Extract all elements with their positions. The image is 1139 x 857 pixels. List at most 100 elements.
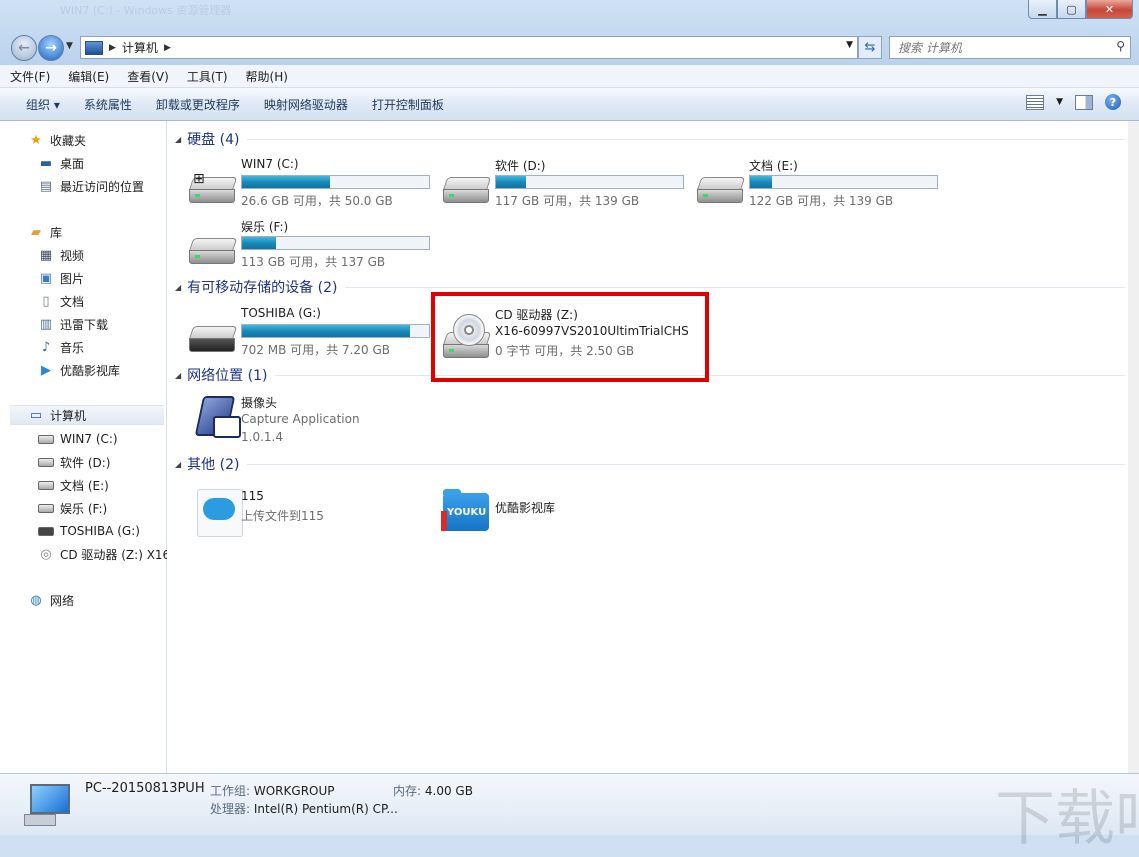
other-item-youku[interactable]: YOUKU 优酷影视库 [431,489,681,551]
search-input[interactable] [896,39,1105,56]
sidebar-favorites[interactable]: ★ 收藏夹 [28,130,86,150]
item-name: 115 [241,489,264,503]
back-button[interactable]: ← [11,35,37,61]
other-item-115[interactable]: 115 上传文件到115 [177,489,427,549]
sidebar-item-desktop[interactable]: ▬ 桌面 [38,153,84,173]
maximize-button[interactable]: ▢ [1057,0,1086,19]
sidebar-libraries[interactable]: ▰ 库 [28,222,62,242]
youku-folder-icon: YOUKU [441,489,489,531]
search-icon[interactable]: ⚲ [1116,39,1125,53]
view-options-dropdown[interactable]: ▼ [1056,97,1063,107]
address-history-dropdown[interactable]: ▼ [846,40,853,50]
sidebar-item-label: CD 驱动器 (Z:) X16 [60,547,171,562]
change-view-icon[interactable] [1026,94,1045,110]
drive-tile-f[interactable]: 娱乐 (F:) 113 GB 可用，共 137 GB [177,218,430,278]
refresh-icon: ⇆ [864,40,876,55]
sidebar-item-drive-z[interactable]: ◎ CD 驱动器 (Z:) X16 [38,544,170,564]
menu-tools[interactable]: 工具(T) [177,65,236,87]
forward-button[interactable]: → [38,35,64,61]
drive-name: 娱乐 (F:) [241,220,289,234]
group-divider [247,138,1125,140]
network-location-camera[interactable]: 摄像头 Capture Application 1.0.1.4 [177,394,427,454]
sidebar-computer-label: 计算机 [50,408,87,423]
group-divider [247,463,1125,465]
organize-button[interactable]: 组织 ▾ [0,96,72,113]
sidebar-item-label: 桌面 [60,156,85,171]
system-properties-button[interactable]: 系统属性 [72,96,144,113]
youku-library-icon: ▶ [41,362,51,378]
uninstall-program-button[interactable]: 卸载或更改程序 [144,96,252,113]
breadcrumb-separator-icon[interactable]: ▶ [109,43,116,53]
hard-drive-icon [442,177,492,203]
sidebar-computer[interactable]: ▭ 计算机 [10,405,164,425]
sidebar-item-thunder-downloads[interactable]: ▥ 迅雷下载 [38,314,108,334]
group-header-other[interactable]: ◢ 其他 (2) [175,454,1125,474]
sidebar-item-drive-g[interactable]: TOSHIBA (G:) [38,521,140,541]
menu-help[interactable]: 帮助(H) [236,65,296,87]
search-box[interactable]: ⚲ [889,36,1131,59]
computer-icon [24,784,70,826]
drive-tile-e[interactable]: 文档 (E:) 122 GB 可用，共 139 GB [685,157,938,217]
collapse-icon[interactable]: ◢ [175,371,181,380]
library-icon: ▰ [31,224,41,240]
sidebar-item-drive-e[interactable]: 文档 (E:) [38,475,109,495]
title-bar[interactable]: WIN7 (C:) - Windows 资源管理器 ▁ ▢ ✕ [0,0,1139,28]
item-description: 上传文件到115 [241,509,324,523]
drive-name: 文档 (E:) [749,159,798,173]
group-title: 网络位置 (1) [187,368,268,384]
sidebar-item-videos[interactable]: ▦ 视频 [38,245,84,265]
download-icon: ▥ [39,316,53,332]
sidebar-network-label: 网络 [50,593,75,608]
sidebar-item-pictures[interactable]: ▣ 图片 [38,268,84,288]
sidebar-item-music[interactable]: ♪ 音乐 [38,337,84,357]
recent-pages-dropdown[interactable]: ▼ [66,41,73,51]
close-button[interactable]: ✕ [1086,0,1133,19]
workgroup-field: 工作组: WORKGROUP [210,784,335,798]
sidebar-item-label: 音乐 [60,340,85,355]
sidebar-item-documents[interactable]: ▯ 文档 [38,291,84,311]
usb-drive-icon [188,326,238,352]
open-control-panel-button[interactable]: 打开控制面板 [360,96,456,113]
usage-bar [241,324,430,338]
map-network-drive-button[interactable]: 映射网络驱动器 [252,96,360,113]
drive-tile-g[interactable]: TOSHIBA (G:) 702 MB 可用，共 7.20 GB [177,306,430,366]
address-bar[interactable]: ▶ 计算机 ▶ ▼ [80,36,858,59]
sidebar-item-drive-d[interactable]: 软件 (D:) [38,452,110,472]
processor-field: 处理器: Intel(R) Pentium(R) CP... [210,802,398,816]
sidebar-item-youku[interactable]: ▶ 优酷影视库 [38,360,120,380]
help-icon[interactable]: ? [1105,94,1121,110]
hard-drive-icon [38,500,54,516]
collapse-icon[interactable]: ◢ [175,460,181,469]
drive-tile-c[interactable]: ⊞ WIN7 (C:) 26.6 GB 可用，共 50.0 GB [177,157,430,217]
sidebar-network[interactable]: ◍ 网络 [28,590,74,610]
menu-view[interactable]: 查看(V) [117,65,177,87]
drive-tile-d[interactable]: 软件 (D:) 117 GB 可用，共 139 GB [431,157,684,217]
computer-icon: ▭ [29,407,43,423]
hard-drive-icon [38,454,54,470]
memory-field: 内存: 4.00 GB [393,784,473,798]
sidebar-item-drive-c[interactable]: WIN7 (C:) [38,429,118,449]
network-icon: ◍ [30,592,42,608]
minimize-button[interactable]: ▁ [1028,0,1057,19]
item-name: 优酷影视库 [495,501,556,515]
navigation-row: ← → ▼ ▶ 计算机 ▶ ▼ ⇆ ⚲ [0,32,1139,61]
breadcrumb-computer[interactable]: 计算机 [122,39,158,56]
group-header-hdd[interactable]: ◢ 硬盘 (4) [175,129,1125,149]
sidebar-item-drive-f[interactable]: 娱乐 (F:) [38,498,107,518]
collapse-icon[interactable]: ◢ [175,283,181,292]
sidebar-item-label: 娱乐 (F:) [60,501,108,516]
cloud-icon [197,489,243,537]
collapse-icon[interactable]: ◢ [175,135,181,144]
menu-edit[interactable]: 编辑(E) [58,65,117,87]
sidebar-item-label: 迅雷下载 [60,317,109,332]
menu-file[interactable]: 文件(F) [0,65,58,87]
drive-capacity: 702 MB 可用，共 7.20 GB [241,343,390,357]
preview-pane-icon[interactable] [1075,94,1093,110]
item-description: Capture Application [241,412,360,426]
highlight-box [431,292,709,382]
refresh-button[interactable]: ⇆ [858,36,882,59]
usage-bar [495,175,684,189]
vertical-scrollbar[interactable] [1128,121,1139,773]
sidebar-item-recent[interactable]: ▤ 最近访问的位置 [38,176,144,196]
breadcrumb-separator-icon[interactable]: ▶ [164,43,171,53]
